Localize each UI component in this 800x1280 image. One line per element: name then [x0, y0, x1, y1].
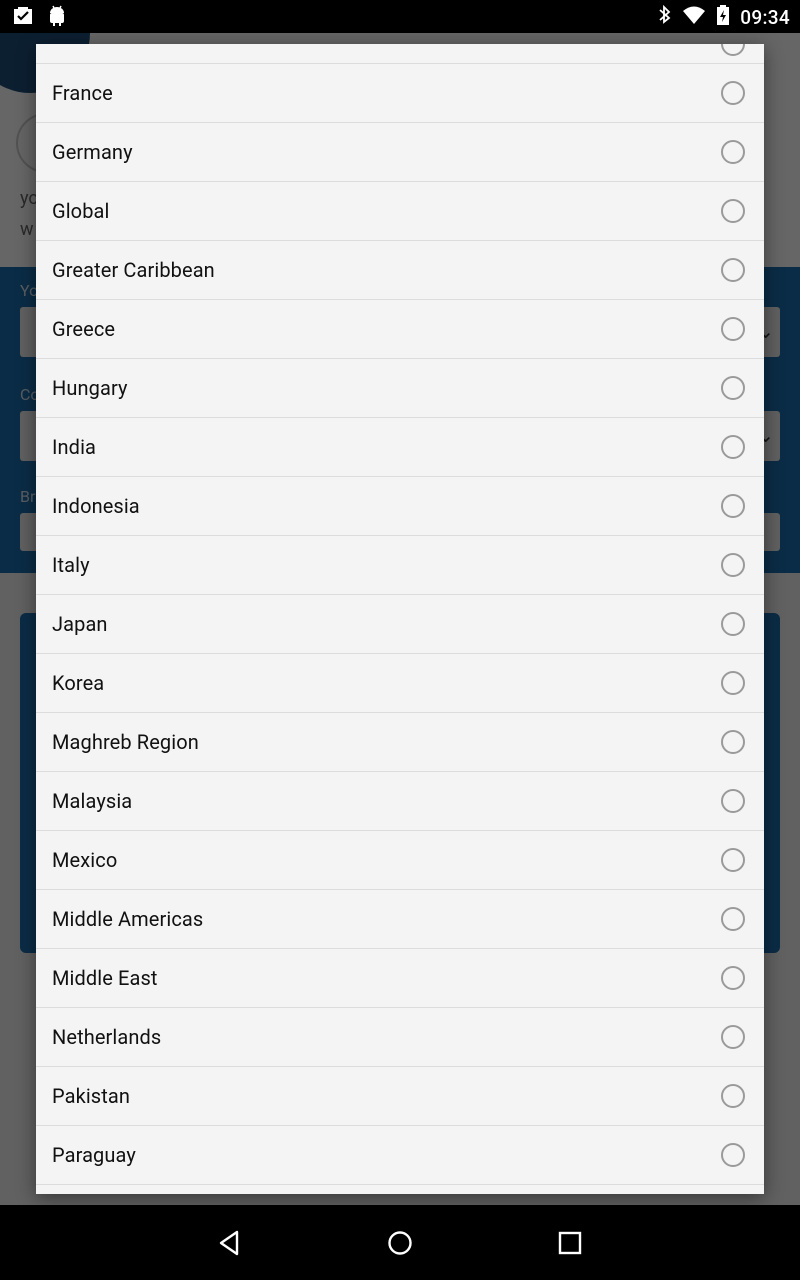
option-label: Greece — [52, 317, 116, 341]
list-item[interactable]: Indonesia — [36, 477, 764, 536]
list-item[interactable]: Paraguay — [36, 1126, 764, 1185]
option-label: Korea — [52, 671, 105, 695]
recents-icon[interactable] — [556, 1229, 584, 1257]
radio-button[interactable] — [721, 966, 745, 990]
country-select-dialog: France Germany Global Greater Caribbean Gree… — [36, 44, 764, 1194]
bluetooth-icon — [658, 4, 672, 30]
list-item[interactable]: Middle Americas — [36, 890, 764, 949]
radio-button[interactable] — [721, 1025, 745, 1049]
option-label: Mexico — [52, 848, 118, 872]
option-label: Indonesia — [52, 494, 140, 518]
list-item[interactable]: Global — [36, 182, 764, 241]
radio-button[interactable] — [721, 258, 745, 282]
option-label: Hungary — [52, 376, 128, 400]
option-label: Malaysia — [52, 789, 133, 813]
list-item[interactable]: Pakistan — [36, 1067, 764, 1126]
list-item[interactable]: Greater Caribbean — [36, 241, 764, 300]
navigation-bar — [0, 1205, 800, 1280]
option-list: France Germany Global Greater Caribbean Gree… — [36, 64, 764, 1185]
status-time: 09:34 — [740, 5, 790, 29]
radio-button[interactable] — [721, 612, 745, 636]
option-label: Japan — [52, 612, 108, 636]
radio-button[interactable] — [721, 789, 745, 813]
list-item[interactable]: Maghreb Region — [36, 713, 764, 772]
list-item[interactable]: Japan — [36, 595, 764, 654]
list-item[interactable]: Middle East — [36, 949, 764, 1008]
list-item-partial[interactable] — [36, 44, 764, 64]
radio-button[interactable] — [721, 671, 745, 695]
option-label: Germany — [52, 140, 133, 164]
list-item[interactable]: Netherlands — [36, 1008, 764, 1067]
radio-button[interactable] — [721, 199, 745, 223]
list-item[interactable]: Germany — [36, 123, 764, 182]
list-item[interactable]: Greece — [36, 300, 764, 359]
radio-button[interactable] — [721, 730, 745, 754]
android-icon — [48, 5, 66, 31]
list-item[interactable]: Hungary — [36, 359, 764, 418]
option-label: India — [52, 435, 97, 459]
list-item[interactable]: India — [36, 418, 764, 477]
list-item[interactable]: Italy — [36, 536, 764, 595]
option-label: Middle Americas — [52, 907, 204, 931]
radio-button[interactable] — [721, 317, 745, 341]
radio-button[interactable] — [721, 1084, 745, 1108]
status-bar: 09:34 — [0, 0, 800, 33]
option-label: Netherlands — [52, 1025, 162, 1049]
back-icon[interactable] — [216, 1229, 244, 1257]
option-label: Italy — [52, 553, 90, 577]
notification-clipboard-icon — [12, 5, 34, 31]
option-label: Paraguay — [52, 1143, 136, 1167]
wifi-icon — [682, 5, 706, 29]
option-label: France — [52, 81, 113, 105]
radio-button[interactable] — [721, 848, 745, 872]
list-item[interactable]: Malaysia — [36, 772, 764, 831]
radio-button[interactable] — [721, 81, 745, 105]
list-item[interactable]: Mexico — [36, 831, 764, 890]
radio-button[interactable] — [721, 140, 745, 164]
radio-button[interactable] — [721, 435, 745, 459]
option-label: Pakistan — [52, 1084, 130, 1108]
battery-charging-icon — [716, 4, 730, 30]
home-icon[interactable] — [386, 1229, 414, 1257]
list-item[interactable]: Korea — [36, 654, 764, 713]
radio-button[interactable] — [721, 553, 745, 577]
radio-button[interactable] — [721, 494, 745, 518]
list-item[interactable]: France — [36, 64, 764, 123]
radio-button[interactable] — [721, 376, 745, 400]
option-label: Greater Caribbean — [52, 258, 215, 282]
radio-button[interactable] — [721, 907, 745, 931]
radio-button[interactable] — [721, 1143, 745, 1167]
option-label: Maghreb Region — [52, 730, 199, 754]
option-label: Global — [52, 199, 110, 223]
radio-button[interactable] — [721, 44, 745, 56]
option-label: Middle East — [52, 966, 158, 990]
